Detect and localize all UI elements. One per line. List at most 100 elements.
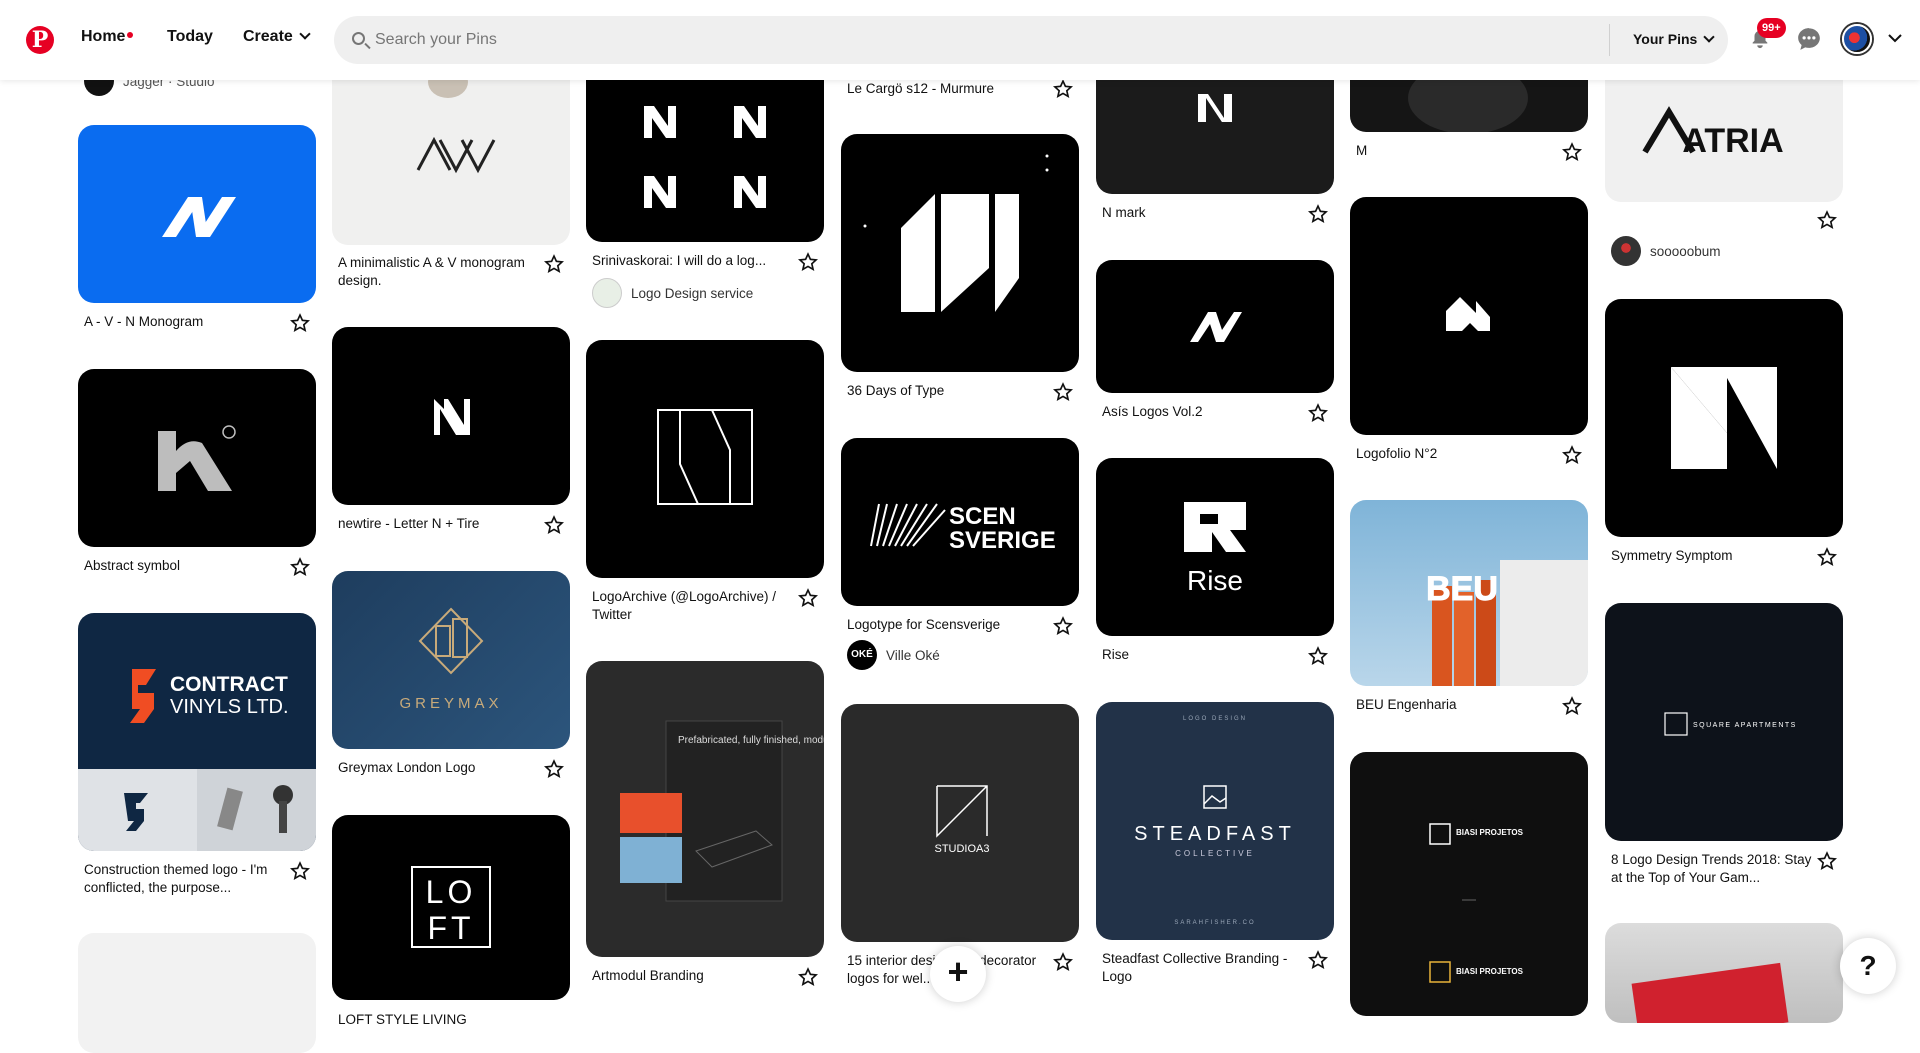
notification-count-badge: 99+ bbox=[1757, 18, 1786, 38]
pin-card[interactable] bbox=[1605, 923, 1843, 1023]
loft-graphic: LO FT bbox=[411, 866, 491, 948]
pin-card[interactable]: Logofolio N°2 bbox=[1350, 197, 1588, 464]
star-icon[interactable] bbox=[1308, 204, 1328, 224]
pin-image[interactable] bbox=[1605, 923, 1843, 1023]
pin-card[interactable]: CONTRACT VINYLS LTD. Construction themed… bbox=[78, 613, 316, 895]
pin-image[interactable]: LO FT bbox=[332, 815, 570, 1000]
pin-image[interactable] bbox=[332, 327, 570, 505]
star-icon[interactable] bbox=[1817, 851, 1837, 871]
account-chevron-down-icon[interactable] bbox=[1888, 33, 1902, 43]
studio-a3-graphic: STUDIOA3 bbox=[934, 785, 990, 855]
pin-image[interactable]: Prefabricated, fully finished, modular u… bbox=[586, 661, 824, 957]
pin-title: Symmetry Symptom bbox=[1611, 548, 1733, 563]
pin-image[interactable] bbox=[586, 340, 824, 578]
pin-image[interactable]: SQUARE APARTMENTS bbox=[1605, 603, 1843, 841]
help-button[interactable]: ? bbox=[1840, 938, 1896, 994]
pinterest-logo-icon[interactable]: P bbox=[26, 26, 54, 54]
star-icon[interactable] bbox=[1817, 547, 1837, 567]
pin-image[interactable]: LOGO DESIGN STEADFAST COLLECTIVE SARAHFI… bbox=[1096, 702, 1334, 940]
creator-row[interactable]: Logo Design service bbox=[592, 278, 753, 308]
pin-card[interactable]: A - V - N Monogram bbox=[78, 125, 316, 332]
star-icon[interactable] bbox=[1053, 79, 1073, 99]
pin-card[interactable]: N mark bbox=[1096, 60, 1334, 223]
pin-card[interactable]: SCEN SVERIGE Logotype for Scensverige OK… bbox=[841, 438, 1079, 670]
star-icon[interactable] bbox=[1053, 616, 1073, 636]
star-icon[interactable] bbox=[1562, 696, 1582, 716]
pin-image[interactable]: GREYMAX bbox=[332, 571, 570, 749]
search-bar[interactable]: Your Pins bbox=[334, 16, 1728, 64]
creator-row[interactable]: OKÉ Ville Oké bbox=[847, 640, 940, 670]
pin-image[interactable]: BEU bbox=[1350, 500, 1588, 686]
pin-card[interactable]: Symmetry Symptom bbox=[1605, 299, 1843, 566]
pin-card[interactable]: Srinivaskorai: I will do a log... Logo D… bbox=[586, 60, 824, 308]
user-avatar[interactable] bbox=[1842, 24, 1872, 54]
pin-card[interactable]: Rise Rise bbox=[1096, 458, 1334, 665]
pin-card[interactable]: GREYMAX Greymax London Logo bbox=[332, 571, 570, 778]
pin-image[interactable] bbox=[1605, 299, 1843, 537]
star-icon[interactable] bbox=[798, 588, 818, 608]
pin-image[interactable] bbox=[586, 60, 824, 242]
star-icon[interactable] bbox=[798, 967, 818, 987]
steadfast-footer-text: SARAHFISHER.CO bbox=[1174, 920, 1255, 926]
search-icon bbox=[352, 32, 365, 45]
pin-card[interactable]: SQUARE APARTMENTS 8 Logo Design Trends 2… bbox=[1605, 603, 1843, 885]
pin-image[interactable] bbox=[1350, 197, 1588, 435]
pin-image[interactable]: CONTRACT VINYLS LTD. bbox=[78, 613, 316, 851]
pin-card[interactable] bbox=[78, 933, 316, 1053]
star-icon[interactable] bbox=[1308, 646, 1328, 666]
nav-today[interactable]: Today bbox=[167, 28, 213, 46]
pin-card[interactable]: BIASI PROJETOS BIASI PROJETOS bbox=[1350, 752, 1588, 1016]
creator-row[interactable]: sooooobum bbox=[1611, 236, 1721, 266]
star-icon[interactable] bbox=[1562, 445, 1582, 465]
pin-card[interactable]: LO FT LOFT STYLE LIVING bbox=[332, 815, 570, 1027]
star-icon[interactable] bbox=[290, 313, 310, 333]
pin-image[interactable]: STUDIOA3 bbox=[841, 704, 1079, 942]
star-icon[interactable] bbox=[1562, 142, 1582, 162]
pin-title: newtire - Letter N + Tire bbox=[338, 516, 480, 531]
pin-title: Artmodul Branding bbox=[592, 968, 704, 983]
pin-card[interactable]: 36 Days of Type bbox=[841, 134, 1079, 401]
pin-image[interactable] bbox=[78, 369, 316, 547]
pin-title: LogoArchive (@LogoArchive) / Twitter bbox=[592, 589, 777, 622]
pin-card[interactable]: Prefabricated, fully finished, modular u… bbox=[586, 661, 824, 986]
star-icon[interactable] bbox=[1308, 403, 1328, 423]
nav-create-dropdown[interactable]: Create bbox=[243, 28, 311, 46]
pin-image[interactable]: Rise bbox=[1096, 458, 1334, 636]
pin-image[interactable]: SCEN SVERIGE bbox=[841, 438, 1079, 606]
collective-text: COLLECTIVE bbox=[1175, 849, 1255, 858]
pin-image[interactable] bbox=[78, 125, 316, 303]
pin-card[interactable]: LOGO DESIGN STEADFAST COLLECTIVE SARAHFI… bbox=[1096, 702, 1334, 984]
pin-image[interactable]: BIASI PROJETOS BIASI PROJETOS bbox=[1350, 752, 1588, 1016]
pin-card[interactable]: Abstract symbol bbox=[78, 369, 316, 576]
pin-image[interactable] bbox=[841, 134, 1079, 372]
pin-card[interactable]: newtire - Letter N + Tire bbox=[332, 327, 570, 534]
your-pins-filter-dropdown[interactable]: Your Pins bbox=[1633, 31, 1715, 47]
pin-card[interactable]: Asís Logos Vol.2 bbox=[1096, 260, 1334, 422]
star-icon[interactable] bbox=[544, 254, 564, 274]
star-icon[interactable] bbox=[1817, 210, 1837, 230]
star-icon[interactable] bbox=[1308, 950, 1328, 970]
pin-image[interactable] bbox=[78, 933, 316, 1053]
pin-card[interactable]: BEU BEU Engenharia bbox=[1350, 500, 1588, 715]
pin-title: Logotype for Scensverige bbox=[847, 617, 1001, 632]
star-icon[interactable] bbox=[290, 861, 310, 881]
pin-card[interactable]: STUDIOA3 15 interior designer & decorato… bbox=[841, 704, 1079, 986]
star-icon[interactable] bbox=[544, 759, 564, 779]
pin-card[interactable]: LogoArchive (@LogoArchive) / Twitter bbox=[586, 340, 824, 622]
star-icon[interactable] bbox=[544, 515, 564, 535]
star-icon[interactable] bbox=[798, 252, 818, 272]
add-pin-button[interactable]: + bbox=[930, 946, 986, 1002]
star-icon[interactable] bbox=[1053, 952, 1073, 972]
messages-chat-icon[interactable] bbox=[1796, 26, 1822, 52]
pin-image[interactable] bbox=[1096, 260, 1334, 393]
studio-a3-text: STUDIOA3 bbox=[934, 843, 989, 855]
home-indicator-dot bbox=[127, 32, 134, 38]
nav-home[interactable]: Home bbox=[81, 28, 134, 46]
star-icon[interactable] bbox=[290, 557, 310, 577]
creator-avatar bbox=[592, 278, 622, 308]
star-icon[interactable] bbox=[1053, 382, 1073, 402]
nav-create-label: Create bbox=[243, 28, 293, 45]
your-pins-label: Your Pins bbox=[1633, 31, 1698, 47]
pin-image[interactable] bbox=[1096, 60, 1334, 194]
search-input[interactable] bbox=[375, 28, 1525, 52]
